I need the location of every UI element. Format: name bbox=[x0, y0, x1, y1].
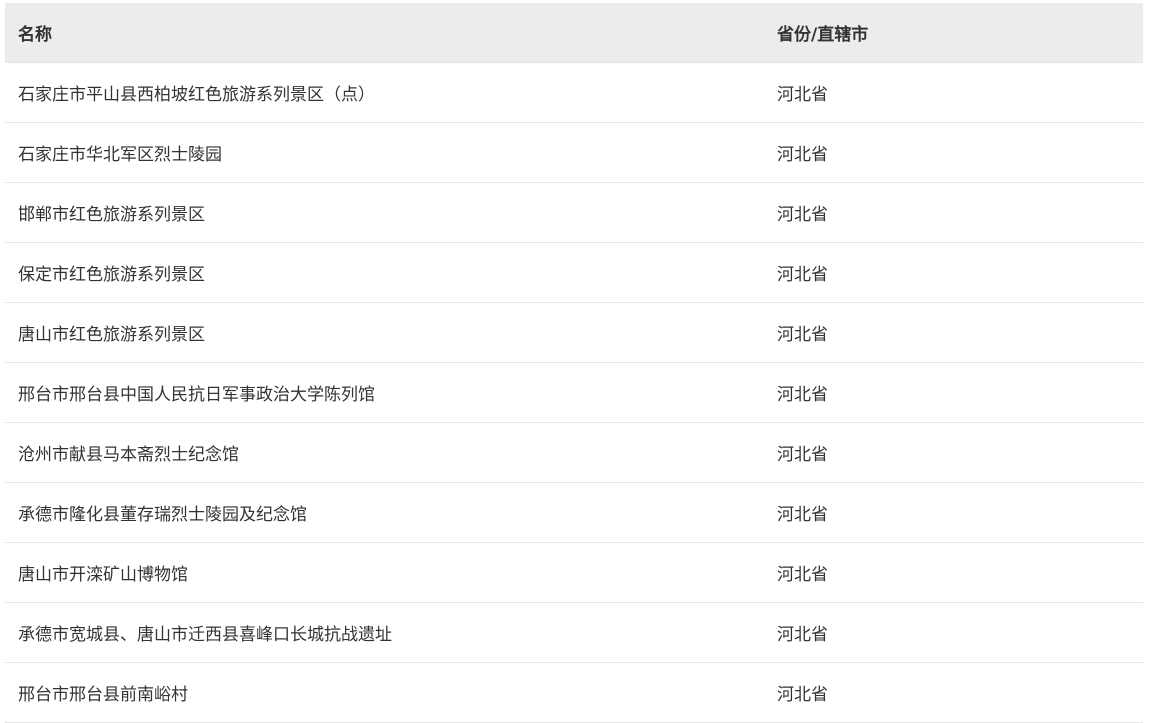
cell-name: 石家庄市华北军区烈士陵园 bbox=[5, 122, 764, 183]
cell-province: 河北省 bbox=[764, 242, 1143, 303]
cell-name: 邢台市邢台县中国人民抗日军事政治大学陈列馆 bbox=[5, 362, 764, 423]
column-header-name: 名称 bbox=[5, 3, 764, 63]
header-row: 名称 省份/直辖市 bbox=[5, 3, 1143, 63]
cell-name: 唐山市红色旅游系列景区 bbox=[5, 302, 764, 363]
cell-province: 河北省 bbox=[764, 662, 1143, 723]
table-body: 石家庄市平山县西柏坡红色旅游系列景区（点） 河北省 石家庄市华北军区烈士陵园 河… bbox=[5, 62, 1143, 723]
cell-province: 河北省 bbox=[764, 182, 1143, 243]
table-header: 名称 省份/直辖市 bbox=[5, 3, 1143, 63]
cell-name: 保定市红色旅游系列景区 bbox=[5, 242, 764, 303]
cell-province: 河北省 bbox=[764, 362, 1143, 423]
column-header-province: 省份/直辖市 bbox=[764, 3, 1143, 63]
cell-province: 河北省 bbox=[764, 542, 1143, 603]
table-row: 唐山市开滦矿山博物馆 河北省 bbox=[5, 542, 1143, 603]
cell-province: 河北省 bbox=[764, 122, 1143, 183]
cell-province: 河北省 bbox=[764, 302, 1143, 363]
cell-name: 邯郸市红色旅游系列景区 bbox=[5, 182, 764, 243]
cell-name: 邢台市邢台县前南峪村 bbox=[5, 662, 764, 723]
cell-name: 承德市隆化县董存瑞烈士陵园及纪念馆 bbox=[5, 482, 764, 543]
cell-name: 沧州市献县马本斋烈士纪念馆 bbox=[5, 422, 764, 483]
table-row: 承德市宽城县、唐山市迁西县喜峰口长城抗战遗址 河北省 bbox=[5, 602, 1143, 663]
scenic-spot-table: 名称 省份/直辖市 石家庄市平山县西柏坡红色旅游系列景区（点） 河北省 石家庄市… bbox=[5, 3, 1143, 723]
table-row: 邢台市邢台县中国人民抗日军事政治大学陈列馆 河北省 bbox=[5, 362, 1143, 423]
scenic-spot-table-container: 名称 省份/直辖市 石家庄市平山县西柏坡红色旅游系列景区（点） 河北省 石家庄市… bbox=[5, 3, 1143, 723]
table-row: 邯郸市红色旅游系列景区 河北省 bbox=[5, 182, 1143, 243]
table-row: 石家庄市平山县西柏坡红色旅游系列景区（点） 河北省 bbox=[5, 62, 1143, 123]
cell-province: 河北省 bbox=[764, 482, 1143, 543]
table-row: 唐山市红色旅游系列景区 河北省 bbox=[5, 302, 1143, 363]
cell-province: 河北省 bbox=[764, 422, 1143, 483]
cell-name: 承德市宽城县、唐山市迁西县喜峰口长城抗战遗址 bbox=[5, 602, 764, 663]
table-row: 邢台市邢台县前南峪村 河北省 bbox=[5, 662, 1143, 723]
table-row: 承德市隆化县董存瑞烈士陵园及纪念馆 河北省 bbox=[5, 482, 1143, 543]
table-row: 石家庄市华北军区烈士陵园 河北省 bbox=[5, 122, 1143, 183]
table-row: 保定市红色旅游系列景区 河北省 bbox=[5, 242, 1143, 303]
cell-name: 石家庄市平山县西柏坡红色旅游系列景区（点） bbox=[5, 62, 764, 123]
cell-name: 唐山市开滦矿山博物馆 bbox=[5, 542, 764, 603]
cell-province: 河北省 bbox=[764, 62, 1143, 123]
table-row: 沧州市献县马本斋烈士纪念馆 河北省 bbox=[5, 422, 1143, 483]
cell-province: 河北省 bbox=[764, 602, 1143, 663]
